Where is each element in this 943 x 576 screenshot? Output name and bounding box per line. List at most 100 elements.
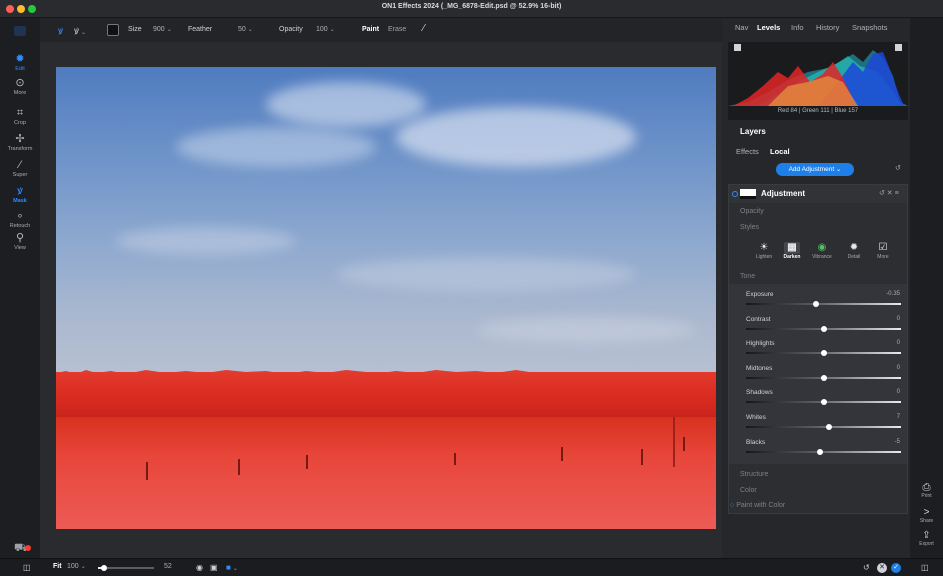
toggle-right-panel-icon[interactable]: ◫	[921, 563, 929, 572]
slider-track-whites[interactable]	[746, 426, 901, 428]
slider-handle-contrast[interactable]	[820, 325, 827, 332]
mask-toolbar: ꝟ ꝟ ⌄ Size 900 ⌄ Feather 50 ⌄ Opacity 100 ⌄ …	[0, 18, 722, 42]
retouch-icon: ∘	[16, 210, 24, 222]
window-title: ON1 Effects 2024 (_MG_6878-Edit.psd @ 52…	[381, 3, 562, 10]
slider-value-shadows[interactable]: 0	[860, 389, 900, 395]
size-value: 900	[153, 26, 165, 33]
size-dropdown[interactable]: 900 ⌄	[153, 26, 172, 33]
zoom-dropdown[interactable]: 100 ⌄	[67, 563, 86, 570]
mask-brush-menu-icon[interactable]: ꝟ ⌄	[74, 23, 86, 37]
opacity-section-label[interactable]: Opacity	[740, 208, 764, 215]
size-label: Size	[128, 26, 142, 33]
tab-history[interactable]: History	[816, 23, 839, 32]
slider-handle-highlights[interactable]	[820, 350, 827, 357]
slider-value-whites[interactable]: 7	[860, 414, 900, 420]
export-button[interactable]: ⇪ Export	[910, 530, 943, 547]
styles-section-label[interactable]: Styles	[740, 224, 759, 231]
layer-visibility-toggle[interactable]	[732, 191, 738, 197]
zoom-slider[interactable]	[98, 565, 154, 571]
slider-value-highlights[interactable]: 0	[860, 340, 900, 346]
slider-value-contrast[interactable]: 0	[860, 316, 900, 322]
cart-icon[interactable]: ⛟	[14, 542, 31, 556]
slider-handle-midtones[interactable]	[820, 374, 827, 381]
slider-label-contrast: Contrast	[746, 315, 771, 323]
preview-eye-icon[interactable]: ◉	[196, 563, 203, 572]
style-detail[interactable]: ✹ Detail	[842, 242, 866, 260]
apply-icon[interactable]: ✓	[891, 563, 901, 573]
sidebar-item-mask[interactable]: ꝟ Mask	[0, 186, 40, 205]
slider-value-exposure[interactable]: -0.35	[860, 291, 900, 297]
tab-info[interactable]: Info	[791, 23, 804, 32]
photo-canvas[interactable]	[56, 67, 716, 529]
water-mask-overlay	[56, 417, 716, 529]
mask-view-icon[interactable]: ■ ⌄	[226, 563, 238, 572]
sidebar-item-more[interactable]: ⊙ More	[0, 78, 40, 97]
mask-thumbnail[interactable]	[740, 189, 756, 199]
sidebar-label: Mask	[13, 198, 27, 204]
style-darken[interactable]: ▦ Darken	[780, 242, 804, 260]
tab-levels[interactable]: Levels	[757, 23, 780, 32]
share-label: Share	[919, 518, 934, 524]
paint-mode-button[interactable]: Paint	[362, 26, 379, 33]
print-button[interactable]: ⎙ Print	[910, 482, 943, 499]
reset-local-icon[interactable]: ↺	[895, 164, 901, 172]
feather-value: 50	[238, 26, 246, 33]
opacity-dropdown[interactable]: 100 ⌄	[316, 26, 335, 33]
sidebar-label: Edit	[15, 66, 25, 72]
erase-mode-button[interactable]: Erase	[388, 26, 406, 33]
tab-local[interactable]: Local	[770, 147, 790, 156]
style-lighten[interactable]: ☀ Lighten	[752, 242, 776, 260]
paint-with-color-section[interactable]: ○ Paint with Color	[730, 502, 785, 509]
fit-button[interactable]: Fit	[53, 563, 62, 570]
adjustment-controls-icon[interactable]: ↺ ✕ ≡	[879, 189, 899, 197]
sidebar-item-retouch[interactable]: ∘ Retouch	[0, 210, 40, 230]
style-label: Darken	[783, 254, 801, 260]
slider-handle-shadows[interactable]	[820, 399, 827, 406]
brush-shape-icon[interactable]	[107, 24, 119, 36]
style-vibrance[interactable]: ◉ Vibrance	[810, 242, 834, 260]
slider-value-blacks[interactable]: -5	[860, 439, 900, 445]
tone-section	[729, 284, 907, 464]
color-section-label[interactable]: Color	[740, 487, 757, 494]
sidebar-item-view[interactable]: ⚲ View	[0, 233, 40, 252]
magic-wand-icon[interactable]: ⁄	[423, 23, 425, 34]
feather-dropdown[interactable]: 50 ⌄	[238, 26, 253, 33]
slider-label-highlights: Highlights	[746, 340, 775, 348]
tab-nav[interactable]: Nav	[735, 23, 748, 32]
slider-handle-whites[interactable]	[825, 424, 832, 430]
add-adjustment-button[interactable]: Add Adjustment ⌄	[776, 163, 854, 176]
structure-section-label[interactable]: Structure	[740, 471, 768, 478]
opacity-value: 100	[316, 26, 328, 33]
adjustment-header[interactable]: Adjustment ↺ ✕ ≡	[729, 185, 907, 203]
style-label: Lighten	[755, 254, 773, 260]
share-button[interactable]: > Share	[910, 507, 943, 524]
super-icon: ⁄	[19, 159, 21, 171]
sidebar-label: Transform	[7, 146, 33, 152]
compare-icon[interactable]: ▣	[210, 563, 218, 572]
zoom-slider-handle[interactable]	[100, 565, 107, 571]
sidebar-item-transform[interactable]: ✢ Transform	[0, 134, 40, 153]
slider-value-midtones[interactable]: 0	[860, 365, 900, 371]
slider-track-blacks[interactable]	[746, 450, 901, 453]
cancel-icon[interactable]: ✕	[877, 563, 887, 573]
sidebar-item-super[interactable]: ⁄ Super	[0, 159, 40, 179]
undo-icon[interactable]: ↺	[863, 563, 870, 572]
tone-section-label[interactable]: Tone	[740, 273, 755, 280]
tree-mask-overlay	[56, 372, 716, 417]
feather-label: Feather	[188, 26, 213, 33]
sidebar-item-crop[interactable]: ⌗ Crop	[0, 108, 40, 127]
sidebar-item-edit[interactable]: ✹ Edit	[0, 54, 40, 73]
export-icon: ⇪	[922, 530, 931, 541]
share-icon: >	[923, 507, 930, 518]
tab-effects[interactable]: Effects	[736, 147, 759, 156]
paint-with-color-toggle[interactable]: ○	[730, 502, 734, 509]
slider-track-exposure[interactable]	[746, 303, 901, 305]
toggle-left-panel-icon[interactable]: ◫	[23, 563, 31, 572]
style-more[interactable]: ☑ More	[871, 242, 895, 260]
tab-snapshots[interactable]: Snapshots	[852, 23, 887, 32]
brush-tool-icon[interactable]: ꝟ	[58, 23, 63, 37]
title-bar: ON1 Effects 2024 (_MG_6878-Edit.psd @ 52…	[0, 0, 943, 18]
slider-handle-blacks[interactable]	[816, 448, 823, 455]
histogram: Red 84 | Green 111 | Blue 157	[728, 42, 908, 120]
slider-handle-exposure[interactable]	[812, 301, 819, 307]
